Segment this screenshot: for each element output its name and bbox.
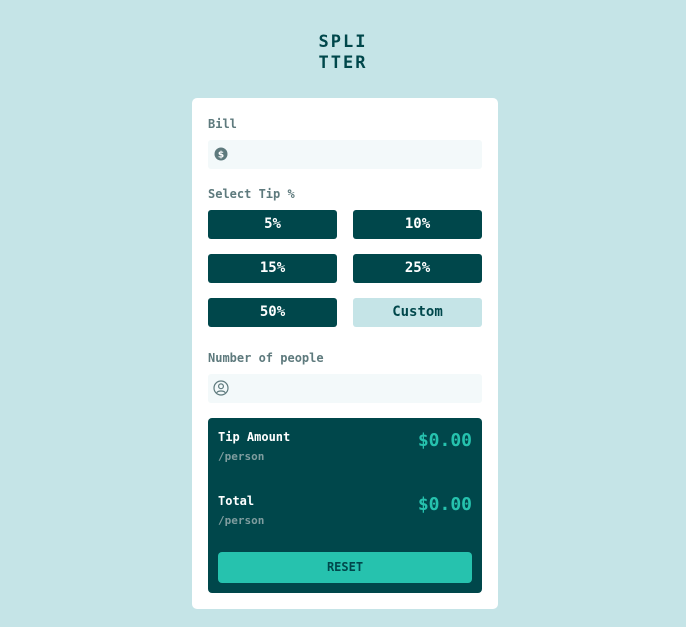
- logo-line-2: TTER: [318, 53, 368, 73]
- tip-button-15[interactable]: 15%: [208, 254, 337, 283]
- reset-button[interactable]: RESET: [218, 552, 472, 583]
- people-label: Number of people: [208, 351, 324, 365]
- logo-line-1: SPLI: [318, 32, 368, 52]
- total-per-person: /person: [218, 514, 265, 527]
- dollar-icon: $: [214, 147, 228, 161]
- tip-button-25[interactable]: 25%: [353, 254, 482, 283]
- app-logo: SPLI TTER: [0, 32, 686, 74]
- calculator-card: Bill $ Select Tip % 5% 10% 15% 25% 50% C…: [192, 98, 498, 609]
- tip-amount-label: Tip Amount: [218, 430, 291, 444]
- results-panel: Tip Amount /person $0.00 Total /person $…: [208, 418, 482, 593]
- bill-label: Bill: [208, 117, 237, 131]
- bill-input[interactable]: [236, 140, 472, 169]
- total-label: Total: [218, 494, 255, 508]
- person-icon: [213, 380, 229, 396]
- people-input[interactable]: [236, 374, 472, 403]
- tip-button-50[interactable]: 50%: [208, 298, 337, 327]
- tip-button-10[interactable]: 10%: [353, 210, 482, 239]
- custom-tip-input[interactable]: Custom: [353, 298, 482, 327]
- tip-amount-per-person: /person: [218, 450, 265, 463]
- select-tip-label: Select Tip %: [208, 187, 295, 201]
- bill-field: $: [208, 140, 482, 169]
- tip-amount-value: $0.00: [417, 430, 472, 451]
- svg-text:$: $: [218, 151, 224, 161]
- tip-button-5[interactable]: 5%: [208, 210, 337, 239]
- total-value: $0.00: [417, 494, 472, 515]
- page: SPLI TTER Bill $ Select Tip % 5% 10% 15%…: [0, 0, 686, 627]
- people-field: [208, 374, 482, 403]
